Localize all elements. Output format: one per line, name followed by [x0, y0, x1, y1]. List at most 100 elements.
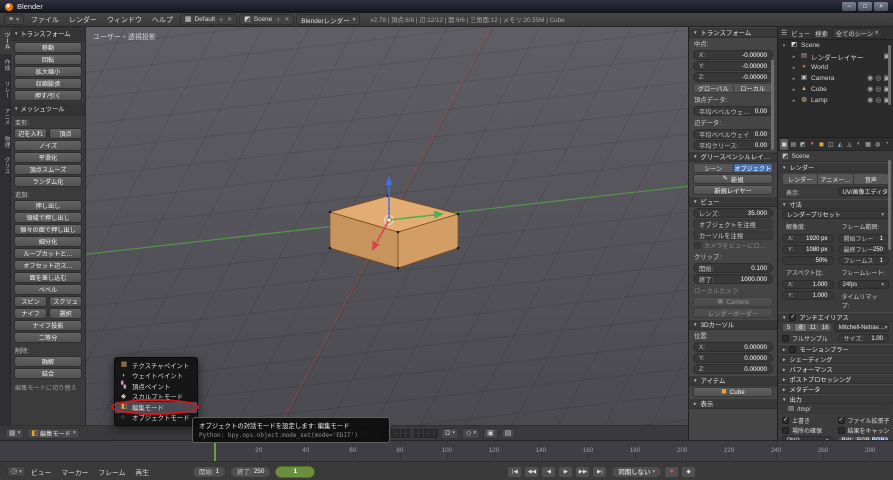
minimize-button[interactable]: − — [842, 2, 856, 11]
texture-tab-icon[interactable]: ▦ — [864, 139, 872, 150]
panel-button[interactable]: ✎新規 — [693, 174, 773, 184]
constraints-tab-icon[interactable]: ◫ — [827, 139, 835, 150]
expand-icon[interactable]: ▸ — [791, 65, 797, 71]
tool-button[interactable]: オフセット辺ス… — [14, 260, 82, 271]
panel-button[interactable]: ▤/tmp/ — [782, 405, 889, 414]
mode-selector[interactable]: ◧編集モード▾ — [27, 428, 79, 439]
properties-scrollbar[interactable] — [888, 160, 891, 250]
panel-header[interactable]: ▼3Dカーソル — [689, 319, 777, 330]
layer-toggle[interactable] — [396, 434, 400, 438]
panel-header[interactable]: ►モーションブラー — [778, 344, 893, 354]
remove-scene-icon[interactable]: ✕ — [284, 16, 289, 23]
shelf-tab[interactable]: グリス — [0, 152, 11, 179]
screen-layout-selector[interactable]: ▦ Default ＋ ✕ — [180, 14, 237, 25]
tool-button[interactable]: ナイフ — [14, 308, 47, 319]
menubar-menu[interactable]: レンダー — [64, 15, 102, 25]
panel-header[interactable]: ▼アイテム — [689, 375, 777, 386]
outliner-menu[interactable]: ビュー — [791, 29, 810, 38]
outliner-item[interactable]: ▸◍Lamp◉◎▣ — [778, 95, 893, 106]
segment-button[interactable]: シーン — [693, 163, 734, 173]
panel-button[interactable]: ▣Camera — [693, 297, 773, 307]
shelf-tab[interactable]: ツール — [0, 27, 11, 54]
outliner-item[interactable]: ▾◩Scene — [778, 40, 893, 51]
value-field[interactable]: Y:1080 px — [782, 245, 834, 254]
layer-toggle[interactable] — [434, 429, 438, 433]
particles-tab-icon[interactable]: ◍ — [873, 139, 881, 150]
tool-button[interactable]: ループカットと… — [14, 248, 82, 259]
checkbox[interactable]: 場所の確保 — [782, 426, 834, 434]
render-engine-selector[interactable]: Blenderレンダー ▾ — [296, 14, 360, 25]
timeline-menu[interactable]: ビュー — [26, 467, 56, 477]
segment-button[interactable]: グローバル — [693, 83, 734, 93]
dropdown[interactable]: UV/画像エディター▾ — [838, 187, 890, 196]
sync-mode-dropdown[interactable]: 同期しない▾ — [611, 466, 662, 478]
segment-button[interactable]: アニメー… — [818, 173, 853, 185]
outliner-item[interactable]: ▸●World — [778, 62, 893, 73]
panel-button[interactable]: ◼Cube — [693, 387, 773, 397]
value-field[interactable]: Z:-0.00000 — [693, 72, 773, 82]
expand-icon[interactable]: ▸ — [791, 87, 797, 93]
scene-tab-icon[interactable]: ◩ — [799, 139, 807, 150]
panel-header[interactable]: ►シェーディング — [778, 354, 893, 364]
value-field[interactable]: 最終フレー250 — [838, 245, 890, 254]
tool-button[interactable]: 押す/引く — [14, 90, 82, 101]
jump-end-button[interactable]: ▶| — [592, 466, 607, 478]
value-field[interactable]: 開始:0.100 — [693, 263, 773, 273]
tool-button[interactable]: 融解 — [14, 356, 82, 367]
value-field[interactable]: 終了:1000.000 — [693, 274, 773, 284]
timeline-editor-type-button[interactable]: ◷▾ — [7, 466, 26, 477]
panel-button[interactable]: カーソルを注視 — [693, 230, 773, 240]
menubar-menu[interactable]: ヘルプ — [147, 15, 178, 25]
tool-button[interactable]: 収縮膨張 — [14, 78, 82, 89]
shelf-tab[interactable]: 作成 — [0, 54, 11, 76]
tool-button[interactable]: ナイフ投影 — [14, 320, 82, 331]
value-field[interactable]: 平均ベベルウェ…0.00 — [693, 106, 773, 116]
checkbox[interactable]: ✓ファイル拡張子 — [838, 416, 890, 424]
shelf-tab[interactable]: アニメ — [0, 103, 11, 130]
tool-button[interactable]: ベベル — [14, 284, 82, 295]
add-scene-icon[interactable]: ＋ — [275, 15, 281, 24]
record-button[interactable]: ● — [664, 466, 679, 478]
end-frame-field[interactable]: 終了:250 — [230, 466, 271, 478]
shelf-tab[interactable]: リレー — [0, 76, 11, 103]
panel-header[interactable]: ►ポストプロセッシング — [778, 374, 893, 384]
segment-button[interactable]: オブジェクト — [734, 163, 774, 173]
outliner-item[interactable]: ▸▤レンダーレイヤー▣ — [778, 51, 893, 62]
segment-button[interactable]: 16 — [820, 323, 832, 332]
tool-button[interactable]: 移動 — [14, 42, 82, 53]
current-frame-indicator[interactable] — [214, 441, 216, 461]
layer-toggle[interactable] — [391, 429, 395, 433]
mode-menu-item[interactable]: ▦テクスチャペイント — [115, 360, 197, 371]
panel-header[interactable]: ▼寸法 — [778, 199, 893, 209]
value-field[interactable]: レンズ:35.000 — [693, 208, 773, 218]
data-tab-icon[interactable]: ◬ — [845, 139, 853, 150]
render-layers-tab-icon[interactable]: ▤ — [789, 139, 797, 150]
panel-header[interactable]: ▼グリースペンシルレイ… — [689, 151, 777, 162]
world-tab-icon[interactable]: ● — [808, 139, 816, 150]
checkbox[interactable]: ✓上書き — [782, 416, 834, 424]
mode-menu-item[interactable]: ▚頂点ペイント — [115, 381, 197, 392]
jump-start-button[interactable]: |◀ — [507, 466, 522, 478]
outliner-display-filter[interactable]: 全てのシーン ▾ — [832, 28, 882, 38]
tool-button[interactable]: 結合 — [14, 368, 82, 379]
tool-button[interactable]: 平滑化 — [14, 152, 82, 163]
expand-icon[interactable]: ▸ — [791, 54, 797, 60]
tool-button[interactable]: スクリュ — [49, 296, 82, 307]
panel-header-checkbox[interactable]: ✓ — [789, 314, 796, 321]
editor-type-button[interactable]: ≡▾ — [4, 14, 24, 25]
tool-button[interactable]: 細分化 — [14, 236, 82, 247]
panel-header[interactable]: ▼出力 — [778, 394, 893, 404]
tool-button[interactable]: 回転 — [14, 54, 82, 65]
tool-button[interactable]: 領域で押し出し — [14, 212, 82, 223]
value-field[interactable]: 平均クリース:0.00 — [693, 140, 773, 150]
panel-header[interactable]: ▼✓アンチエイリアス — [778, 312, 893, 322]
value-field[interactable]: X:0.00000 — [693, 342, 773, 352]
expand-icon[interactable]: ▸ — [791, 76, 797, 82]
segment-button[interactable]: 音声 — [854, 173, 889, 185]
layer-toggle[interactable] — [434, 434, 438, 438]
layer-toggle[interactable] — [429, 429, 433, 433]
panel-button[interactable]: オブジェクトを注視 — [693, 219, 773, 229]
opengl-render-anim-button[interactable]: ▤ — [501, 428, 516, 439]
value-field[interactable]: Z:0.00000 — [693, 364, 773, 374]
expand-icon[interactable]: ▾ — [781, 43, 787, 49]
